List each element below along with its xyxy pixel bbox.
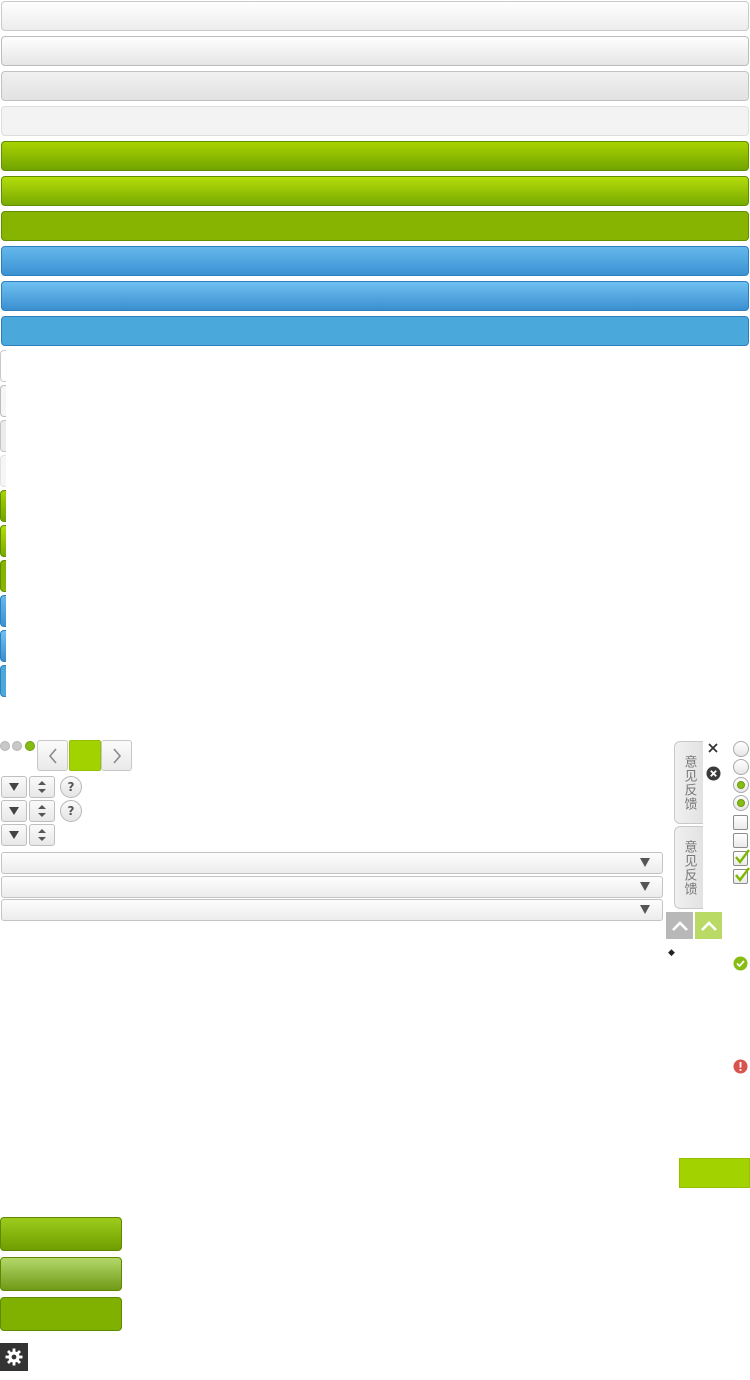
radio-unchecked-hover[interactable] bbox=[733, 759, 749, 775]
chevron-up-icon bbox=[700, 920, 717, 931]
bar-gray-normal[interactable] bbox=[1, 1, 749, 31]
carousel-dot-active[interactable] bbox=[25, 741, 35, 751]
caret-down-icon bbox=[9, 783, 19, 791]
checkmark-icon bbox=[735, 849, 750, 864]
green-block[interactable] bbox=[679, 1158, 750, 1188]
carousel-dot[interactable] bbox=[12, 741, 22, 751]
caret-down-icon bbox=[9, 807, 19, 815]
bar-gray-disabled bbox=[1, 106, 749, 136]
pager-current[interactable] bbox=[69, 740, 101, 771]
close-circle-icon[interactable] bbox=[706, 766, 721, 781]
bar-green-normal[interactable] bbox=[1, 141, 749, 171]
checkmark-icon bbox=[735, 867, 750, 882]
select-field[interactable] bbox=[1, 876, 663, 898]
bar-gray-hover[interactable] bbox=[1, 36, 749, 66]
checkbox-unchecked-hover[interactable] bbox=[733, 833, 748, 848]
gear-icon bbox=[5, 1348, 23, 1366]
cap-blue-hover bbox=[0, 630, 6, 662]
dropdown-button[interactable] bbox=[1, 824, 27, 846]
stepper-button[interactable] bbox=[29, 776, 55, 798]
cap-gray-normal bbox=[0, 350, 6, 382]
stepper-button[interactable] bbox=[29, 800, 55, 822]
cap-green-active bbox=[0, 560, 6, 592]
help-icon[interactable]: ? bbox=[60, 776, 82, 798]
close-icon[interactable] bbox=[708, 743, 718, 753]
settings-button[interactable] bbox=[0, 1343, 28, 1371]
back-to-top-button-hover[interactable] bbox=[695, 912, 722, 939]
bar-blue-hover[interactable] bbox=[1, 281, 749, 311]
caret-down-icon bbox=[9, 831, 19, 839]
caret-down-icon bbox=[640, 858, 650, 867]
diamond-marker: ◆ bbox=[668, 948, 675, 958]
feedback-tab-hover[interactable]: 意见反馈 bbox=[674, 826, 703, 909]
select-field[interactable] bbox=[1, 899, 663, 921]
cap-gray-flat bbox=[0, 455, 6, 487]
feedback-tab-label: 意见反馈 bbox=[681, 754, 697, 811]
radio-checked-hover[interactable] bbox=[733, 795, 749, 811]
bar-gray-active[interactable] bbox=[1, 71, 749, 101]
help-icon[interactable]: ? bbox=[60, 800, 82, 822]
exclamation-circle-icon bbox=[733, 1059, 748, 1074]
cap-gray-active bbox=[0, 420, 6, 452]
bar-blue-active[interactable] bbox=[1, 316, 749, 346]
green-button-hover[interactable] bbox=[0, 1257, 122, 1291]
cap-green-hover bbox=[0, 525, 6, 557]
checkbox-checked-hover[interactable] bbox=[733, 867, 750, 884]
dropdown-button[interactable] bbox=[1, 800, 27, 822]
back-to-top-button[interactable] bbox=[666, 912, 693, 939]
cap-blue-normal bbox=[0, 595, 6, 627]
checkbox-checked[interactable] bbox=[733, 849, 750, 866]
radio-checked[interactable] bbox=[733, 777, 749, 793]
bar-blue-normal[interactable] bbox=[1, 246, 749, 276]
check-circle-icon bbox=[733, 956, 748, 971]
chevron-right-icon bbox=[112, 747, 121, 764]
checkbox-unchecked[interactable] bbox=[733, 815, 748, 830]
stepper-icon bbox=[38, 829, 46, 841]
stepper-icon bbox=[38, 805, 46, 817]
chevron-up-icon bbox=[671, 920, 688, 931]
stepper-icon bbox=[38, 781, 46, 793]
bar-green-active[interactable] bbox=[1, 211, 749, 241]
green-button-active[interactable] bbox=[0, 1297, 122, 1331]
cap-gray-hover bbox=[0, 385, 6, 417]
feedback-tab[interactable]: 意见反馈 bbox=[674, 741, 703, 824]
chevron-left-icon bbox=[48, 747, 57, 764]
cap-green-normal bbox=[0, 490, 6, 522]
caret-down-icon bbox=[640, 905, 650, 914]
cap-blue-active bbox=[0, 665, 6, 697]
carousel-dot[interactable] bbox=[0, 741, 10, 751]
prev-button[interactable] bbox=[37, 740, 68, 771]
caret-down-icon bbox=[640, 882, 650, 891]
feedback-tab-label: 意见反馈 bbox=[681, 839, 697, 896]
select-field[interactable] bbox=[1, 852, 663, 874]
dropdown-button[interactable] bbox=[1, 776, 27, 798]
next-button[interactable] bbox=[101, 740, 132, 771]
stepper-button[interactable] bbox=[29, 824, 55, 846]
green-button-normal[interactable] bbox=[0, 1217, 122, 1251]
bar-green-hover[interactable] bbox=[1, 176, 749, 206]
radio-unchecked[interactable] bbox=[733, 741, 749, 757]
